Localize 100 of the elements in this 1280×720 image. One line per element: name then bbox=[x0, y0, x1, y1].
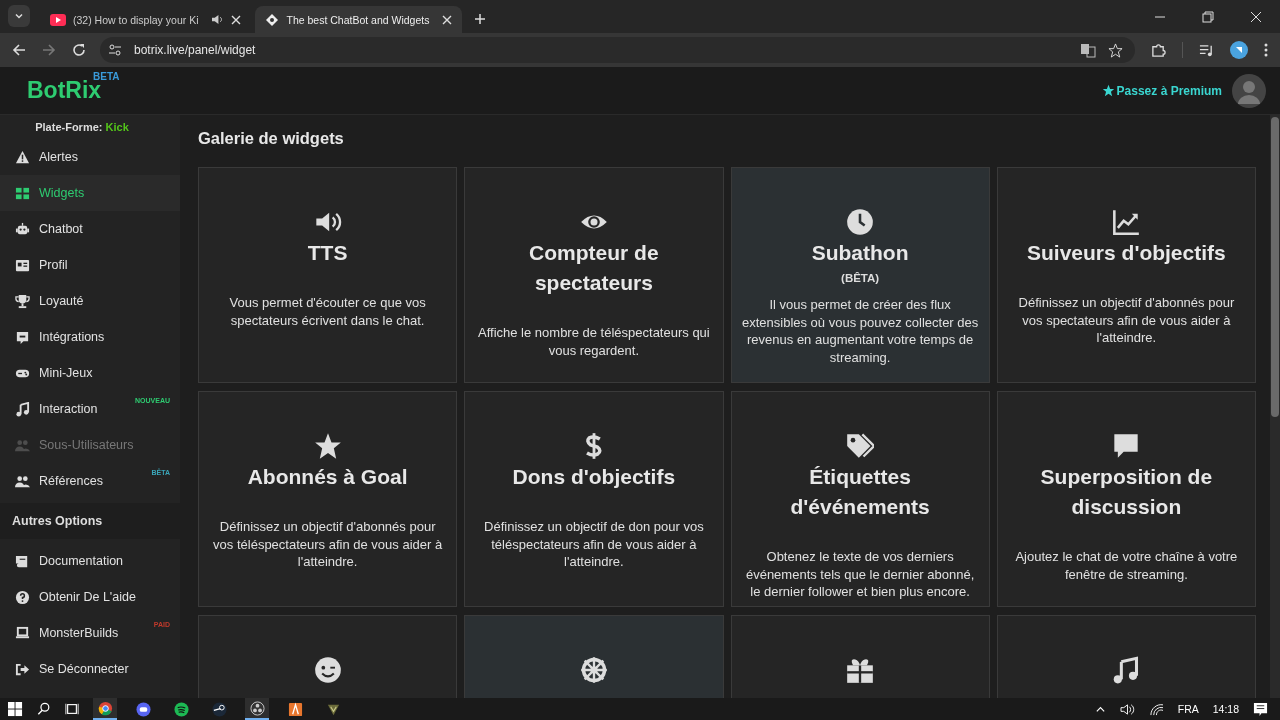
back-icon[interactable] bbox=[12, 43, 26, 57]
trophy-icon bbox=[15, 293, 30, 309]
nav-item[interactable]: Loyauté bbox=[0, 283, 180, 319]
card-description: Obtenez le texte de vos derniers événements tels que le dernier abonné, le dernier follower et bien plus encore. bbox=[744, 548, 976, 601]
widget-card[interactable]: Dons d'objectifs Définissez un objectif de don pour vos téléspectateurs afin de vous aider à l'atteindre. bbox=[464, 391, 724, 607]
nav-item[interactable]: Obtenir De L'aide bbox=[0, 579, 180, 615]
nav-item[interactable]: Profil bbox=[0, 247, 180, 283]
users-icon bbox=[15, 473, 30, 489]
new-tab-icon[interactable] bbox=[474, 13, 487, 25]
nav-item[interactable]: Alertes bbox=[0, 139, 180, 175]
nav-item[interactable]: Mini-Jeux bbox=[0, 355, 180, 391]
forward-icon[interactable] bbox=[42, 43, 56, 57]
card-title: Subathon bbox=[810, 240, 910, 266]
widget-card[interactable]: Étiquettes d'événements Obtenez le texte de vos derniers événements tels que le dernier abonné, le dernier follower et bien plus encore. bbox=[730, 391, 990, 607]
card-title: Superposition de discussion bbox=[1039, 464, 1214, 520]
chrome-icon bbox=[97, 700, 113, 716]
clock-icon bbox=[846, 208, 875, 236]
grid-icon bbox=[15, 185, 30, 201]
avatar[interactable] bbox=[1232, 73, 1266, 108]
card-description: Définissez un objectif d'abonnés pour vos téléspectateurs afin de vous aider à l'atteindre. bbox=[212, 518, 444, 571]
close-icon[interactable] bbox=[442, 14, 453, 25]
widget-card[interactable]: Subathon (BÊTA) Il vous permet de créer des flux extensibles où vous pouvez collecter des revenus en augmentant votre temps de streaming. bbox=[730, 167, 990, 383]
tab-title: (32) How to display your Ki bbox=[73, 13, 199, 26]
smiley-icon bbox=[313, 656, 342, 684]
laptop-icon bbox=[15, 625, 30, 641]
id-card-icon bbox=[15, 257, 30, 273]
card-title: Abonnés à Goal bbox=[246, 464, 409, 490]
widget-card[interactable]: Abonnés à Goal Définissez un objectif d'abonnés pour vos téléspectateurs afin de vous aider à l'atteindre. bbox=[198, 391, 458, 607]
language-indicator[interactable]: FRA bbox=[1177, 703, 1199, 715]
scrollbar-thumb[interactable] bbox=[1271, 117, 1279, 417]
speaker-icon[interactable] bbox=[211, 14, 225, 25]
nav-item[interactable]: Intégrations bbox=[0, 319, 180, 355]
notification-icon[interactable] bbox=[1253, 701, 1268, 717]
card-title: Compteur de spectateurs bbox=[528, 240, 660, 296]
card-description: Définissez un objectif de don pour vos téléspectateurs afin de vous aider à l'atteindre. bbox=[483, 518, 705, 571]
music-icon bbox=[15, 401, 30, 417]
app-icon bbox=[287, 701, 303, 717]
help-icon bbox=[15, 589, 30, 605]
menu-icon[interactable] bbox=[1264, 43, 1268, 57]
record-icon bbox=[249, 700, 265, 716]
star-icon bbox=[1101, 84, 1115, 97]
close-icon[interactable] bbox=[231, 14, 242, 25]
tab-list-button[interactable] bbox=[8, 5, 30, 27]
platform-label: Plate-Forme: Kick bbox=[34, 121, 130, 133]
widget-card[interactable]: Suiveurs d'objectifs Définissez un objectif d'abonnés pour vos spectateurs afin de vous aider à l'atteindre. bbox=[996, 167, 1256, 383]
widget-card[interactable]: Superposition de discussion Ajoutez le chat de votre chaîne à votre fenêtre de streaming. bbox=[996, 391, 1256, 607]
clock[interactable]: 14:18 bbox=[1212, 703, 1239, 715]
gift-icon bbox=[846, 656, 875, 684]
search-icon[interactable] bbox=[37, 702, 51, 716]
wifi-icon[interactable] bbox=[1148, 702, 1164, 716]
card-title: Dons d'objectifs bbox=[511, 464, 677, 490]
windows-icon[interactable] bbox=[8, 701, 23, 717]
puzzle-icon[interactable] bbox=[1151, 42, 1166, 58]
card-title: TTS bbox=[306, 240, 349, 266]
translate-icon[interactable] bbox=[1080, 42, 1096, 58]
browser-tab[interactable]: (32) How to display your Ki bbox=[40, 6, 252, 33]
volume-icon[interactable] bbox=[1119, 702, 1135, 716]
logout-icon bbox=[15, 661, 30, 677]
section-heading: Autres Options bbox=[0, 503, 180, 539]
nav-item[interactable]: Chatbot bbox=[0, 211, 180, 247]
scroll-icon bbox=[15, 553, 30, 569]
page-title: Galerie de widgets bbox=[198, 129, 345, 148]
warning-icon bbox=[15, 149, 30, 165]
music-icon bbox=[1112, 656, 1141, 684]
card-subtitle: (BÊTA) bbox=[841, 272, 880, 284]
chat-icon bbox=[15, 329, 30, 345]
restore-icon[interactable] bbox=[1202, 11, 1214, 23]
taskbar-app[interactable] bbox=[245, 698, 269, 720]
card-title: Suiveurs d'objectifs bbox=[1026, 240, 1227, 266]
comment-icon bbox=[1112, 432, 1141, 460]
sound-waves-icon bbox=[173, 701, 189, 717]
widget-card[interactable]: Compteur de spectateurs Affiche le nombre de téléspectateurs qui vous regardent. bbox=[464, 167, 724, 383]
widget-card[interactable]: TTS Vous permet d'écouter ce que vos spectateurs écrivent dans le chat. bbox=[198, 167, 458, 383]
close-icon[interactable] bbox=[1250, 11, 1262, 23]
nav-item[interactable]: Widgets bbox=[0, 175, 180, 211]
reload-icon[interactable] bbox=[72, 43, 86, 57]
steam-icon bbox=[211, 701, 227, 717]
premium-link[interactable]: Passez à Premium bbox=[1101, 83, 1222, 98]
media-icon[interactable] bbox=[1199, 42, 1214, 58]
nav-item[interactable]: Documentation bbox=[0, 543, 180, 579]
browser-tab[interactable]: The best ChatBot and Widgets bbox=[255, 6, 463, 33]
site-settings-icon[interactable] bbox=[108, 43, 122, 57]
controller-icon bbox=[135, 701, 151, 717]
address-bar[interactable]: botrix.live/panel/widget bbox=[100, 37, 1135, 63]
chevron-down-icon bbox=[14, 11, 24, 21]
star-icon bbox=[313, 432, 342, 460]
card-description: Vous permet d'écouter ce que vos spectateurs écrivent dans le chat. bbox=[228, 294, 427, 329]
star-icon[interactable] bbox=[1108, 42, 1123, 58]
tags-icon bbox=[846, 432, 875, 460]
diamond-icon bbox=[265, 12, 280, 27]
nav-item[interactable]: Se Déconnecter bbox=[0, 651, 180, 687]
tab-title: The best ChatBot and Widgets bbox=[286, 13, 430, 26]
play-icon bbox=[50, 13, 66, 26]
wheel-icon bbox=[579, 656, 608, 684]
card-description: Définissez un objectif d'abonnés pour vos spectateurs afin de vous aider à l'atteindre. bbox=[1017, 294, 1236, 347]
card-description: Ajoutez le chat de votre chaîne à votre fenêtre de streaming. bbox=[1014, 548, 1239, 583]
chart-icon bbox=[1112, 208, 1141, 236]
profile-icon[interactable] bbox=[1230, 41, 1248, 59]
task-view-icon[interactable] bbox=[65, 702, 79, 716]
taskbar-app[interactable] bbox=[93, 698, 117, 720]
